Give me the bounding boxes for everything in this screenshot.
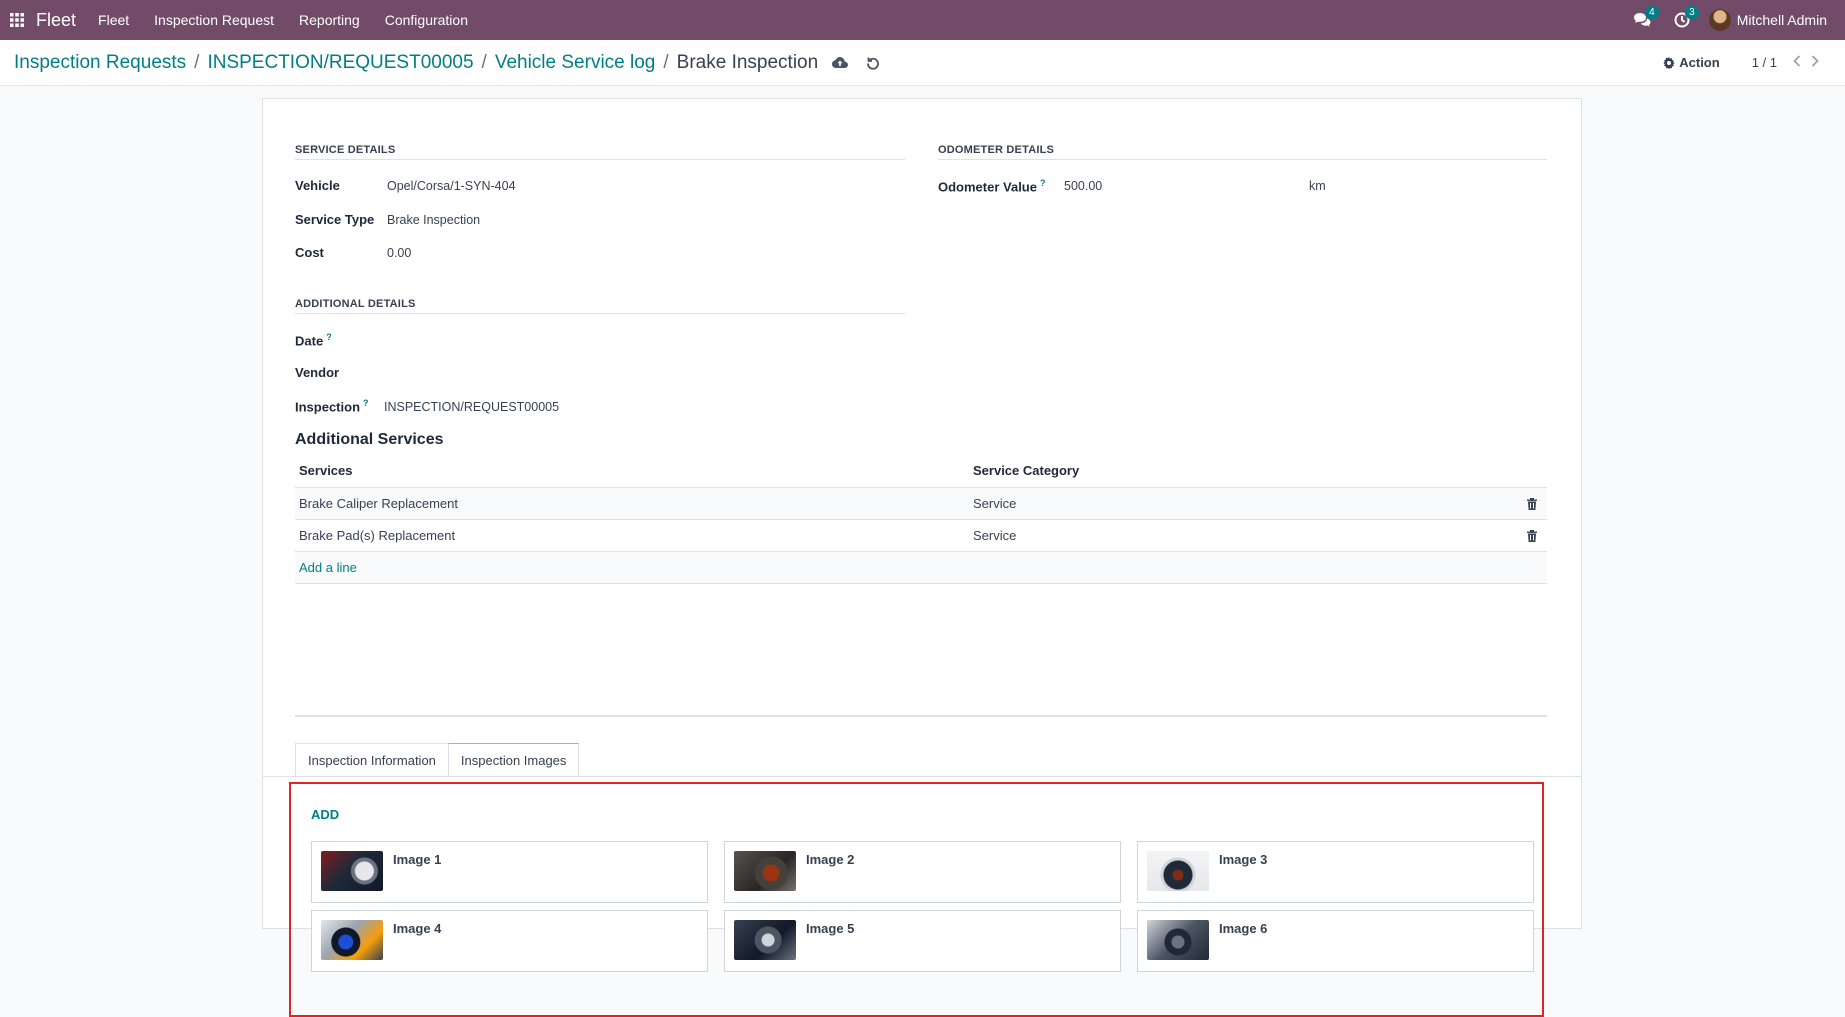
notebook-tabs: Inspection Information Inspection Images	[295, 743, 580, 776]
app-brand[interactable]: Fleet	[36, 10, 76, 31]
date-field[interactable]	[387, 333, 887, 349]
activities-count-badge: 3	[1685, 6, 1699, 19]
chevron-left-icon[interactable]	[1793, 55, 1801, 70]
image-name: Image 1	[393, 852, 442, 867]
image-card-2[interactable]: Image 2	[724, 841, 1121, 903]
action-button[interactable]: Action	[1663, 55, 1720, 70]
breadcrumb-separator: /	[194, 51, 200, 73]
table-row[interactable]: Brake Pad(s) Replacement Service	[295, 520, 1547, 552]
image-card-1[interactable]: Image 1	[311, 841, 708, 903]
image-name: Image 5	[806, 921, 855, 936]
vendor-field[interactable]	[387, 366, 887, 382]
service-name-cell[interactable]: Brake Pad(s) Replacement	[295, 528, 973, 543]
messages-count-badge: 4	[1645, 6, 1659, 19]
top-navbar: Fleet Fleet Inspection Request Reporting…	[0, 0, 1845, 40]
service-type-label: Service Type	[295, 212, 375, 227]
breadcrumb: Inspection Requests / INSPECTION/REQUEST…	[14, 52, 818, 74]
messages-button[interactable]: 4	[1629, 6, 1659, 33]
service-name-cell[interactable]: Brake Caliper Replacement	[295, 496, 973, 511]
image-card-4[interactable]: Image 4	[311, 910, 708, 972]
image-thumbnail	[321, 920, 383, 960]
breadcrumb-inspection-requests[interactable]: Inspection Requests	[14, 52, 186, 74]
trash-icon[interactable]	[1517, 497, 1547, 510]
date-label-text: Date	[295, 333, 324, 349]
inspection-field[interactable]: INSPECTION/REQUEST00005	[384, 400, 559, 414]
form-sheet: SERVICE DETAILS Vehicle Opel/Corsa/1-SYN…	[262, 98, 1582, 1017]
cost-label: Cost	[295, 245, 324, 260]
vehicle-field[interactable]: Opel/Corsa/1-SYN-404	[387, 179, 516, 193]
menu-reporting[interactable]: Reporting	[299, 12, 360, 28]
apps-grid-icon[interactable]	[0, 0, 34, 40]
table-row[interactable]: Brake Caliper Replacement Service	[295, 488, 1547, 520]
image-card-5[interactable]: Image 5	[724, 910, 1121, 972]
image-thumbnail	[734, 920, 796, 960]
group-divider	[938, 159, 1547, 160]
group-divider	[295, 313, 905, 314]
image-name: Image 2	[806, 852, 855, 867]
breadcrumb-inspection-record[interactable]: INSPECTION/REQUEST00005	[207, 52, 473, 74]
page-title: Brake Inspection	[676, 51, 819, 73]
column-header-category[interactable]: Service Category	[973, 463, 1517, 478]
odometer-field[interactable]: 500.00	[1064, 179, 1102, 193]
odometer-details-title: ODOMETER DETAILS	[938, 144, 1055, 156]
cloud-upload-icon[interactable]	[832, 56, 849, 69]
image-name: Image 4	[393, 921, 442, 936]
group-divider	[295, 159, 905, 160]
service-category-cell[interactable]: Service	[973, 528, 1517, 543]
table-header: Services Service Category	[295, 454, 1547, 488]
menu-configuration[interactable]: Configuration	[385, 12, 468, 28]
add-image-button[interactable]: ADD	[311, 807, 339, 822]
user-menu[interactable]: Mitchell Admin	[1708, 9, 1827, 31]
breadcrumb-vehicle-service-log[interactable]: Vehicle Service log	[495, 52, 656, 74]
action-label: Action	[1679, 55, 1720, 70]
image-thumbnail	[321, 851, 383, 891]
add-line-row: Add a line	[295, 552, 1547, 584]
tab-inspection-images[interactable]: Inspection Images	[447, 743, 580, 776]
menu-inspection-request[interactable]: Inspection Request	[154, 12, 274, 28]
odometer-label-text: Odometer Value	[938, 179, 1037, 195]
image-thumbnail	[1147, 920, 1209, 960]
odometer-help-icon[interactable]: ?	[1040, 178, 1046, 188]
vendor-label: Vendor	[295, 365, 340, 380]
service-type-field[interactable]: Brake Inspection	[387, 213, 480, 227]
gear-icon	[1663, 56, 1675, 69]
image-name: Image 3	[1219, 852, 1268, 867]
image-card-6[interactable]: Image 6	[1137, 910, 1534, 972]
tab-inspection-information[interactable]: Inspection Information	[295, 743, 449, 776]
date-help-icon[interactable]: ?	[326, 332, 332, 342]
additional-services-table: Services Service Category Brake Caliper …	[295, 454, 1547, 584]
trash-icon[interactable]	[1517, 529, 1547, 542]
inspection-label: Inspection?	[295, 398, 369, 414]
avatar	[1708, 9, 1731, 31]
breadcrumb-separator: /	[663, 51, 669, 73]
undo-icon[interactable]	[866, 56, 880, 70]
vehicle-label: Vehicle	[295, 178, 340, 193]
inspection-label-text: Inspection	[295, 399, 361, 415]
image-thumbnail	[734, 851, 796, 891]
inspection-help-icon[interactable]: ?	[363, 398, 369, 408]
tab-underline	[263, 776, 1581, 777]
pager-value[interactable]: 1 / 1	[1752, 55, 1777, 70]
chevron-right-icon[interactable]	[1811, 55, 1819, 70]
control-panel: Inspection Requests / INSPECTION/REQUEST…	[0, 40, 1845, 86]
additional-details-title: ADDITIONAL DETAILS	[295, 298, 416, 310]
image-name: Image 6	[1219, 921, 1268, 936]
additional-services-title: Additional Services	[295, 431, 444, 448]
odometer-label: Odometer Value?	[938, 178, 1045, 194]
column-header-services[interactable]: Services	[295, 463, 973, 478]
odometer-unit: km	[1309, 179, 1326, 193]
add-line-link[interactable]: Add a line	[295, 560, 357, 575]
user-name: Mitchell Admin	[1736, 12, 1827, 28]
service-category-cell[interactable]: Service	[973, 496, 1517, 511]
section-separator	[295, 715, 1547, 717]
cost-field[interactable]: 0.00	[387, 246, 411, 260]
service-details-title: SERVICE DETAILS	[295, 144, 396, 156]
menu-fleet[interactable]: Fleet	[98, 12, 129, 28]
activities-button[interactable]: 3	[1669, 6, 1699, 33]
image-thumbnail	[1147, 851, 1209, 891]
image-card-3[interactable]: Image 3	[1137, 841, 1534, 903]
breadcrumb-separator: /	[481, 51, 487, 73]
date-label: Date?	[295, 332, 332, 348]
